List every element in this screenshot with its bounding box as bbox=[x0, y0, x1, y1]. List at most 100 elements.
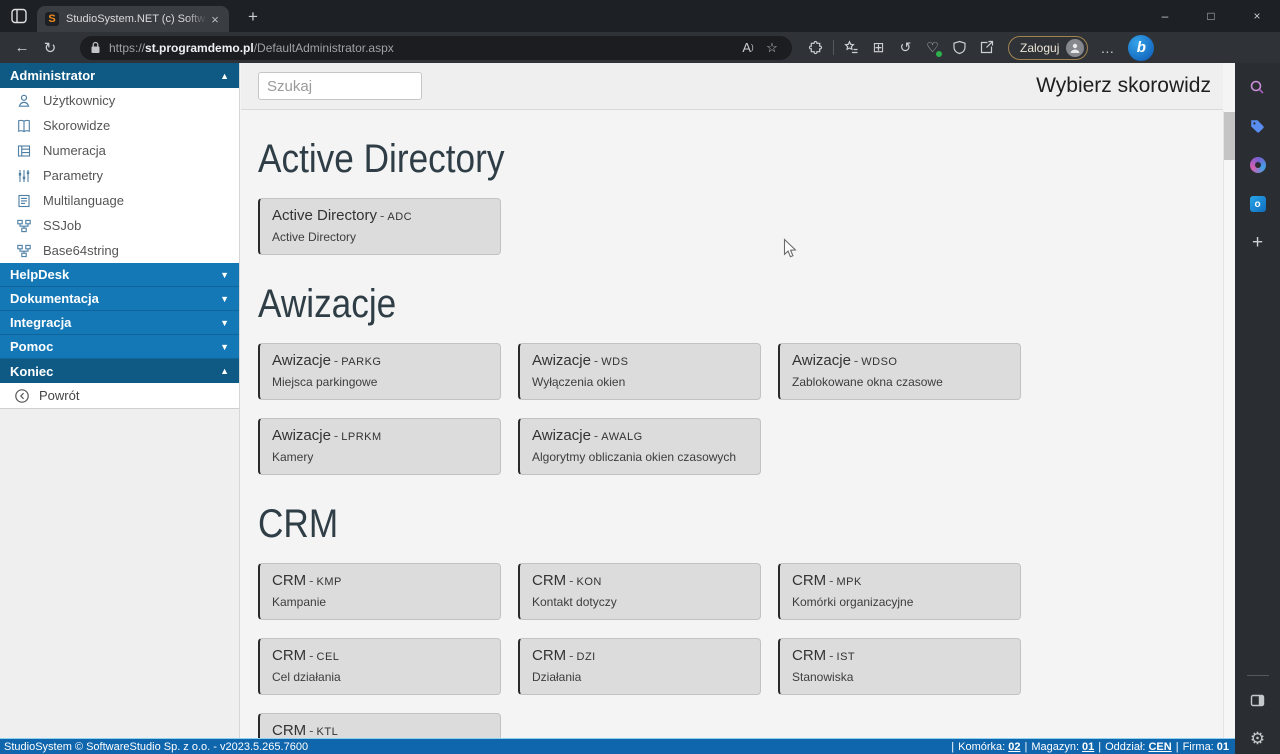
card-title: CRM bbox=[272, 647, 306, 664]
microsoft-365-icon[interactable] bbox=[1243, 150, 1273, 180]
card-code: PARKG bbox=[341, 356, 381, 368]
close-button[interactable]: × bbox=[1234, 0, 1280, 32]
skorowidz-card[interactable]: Awizacje-LPRKM Kamery bbox=[258, 418, 501, 475]
scrollbar-thumb[interactable] bbox=[1224, 112, 1235, 160]
page-title: Wybierz skorowidz bbox=[1036, 74, 1211, 98]
skorowidz-card[interactable]: CRM-KMP Kampanie bbox=[258, 563, 501, 620]
card-code: WDSO bbox=[861, 356, 897, 368]
history-icon[interactable]: ↺ bbox=[892, 36, 919, 60]
browser-essentials-icon[interactable]: ♡ bbox=[919, 36, 946, 60]
skorowidz-card[interactable]: Active Directory-ADC Active Directory bbox=[258, 198, 501, 255]
card-description: Kontakt dotyczy bbox=[532, 595, 748, 609]
card-title: Awizacje bbox=[792, 352, 851, 369]
skorowidz-card[interactable]: CRM-KON Kontakt dotyczy bbox=[518, 563, 761, 620]
address-bar[interactable]: https://st.programdemo.pl/DefaultAdminis… bbox=[80, 36, 792, 60]
sidebar-item-powrot[interactable]: Powrót bbox=[0, 383, 239, 409]
add-sidebar-item-icon[interactable]: + bbox=[1243, 228, 1273, 258]
read-aloud-icon[interactable]: A) bbox=[736, 37, 760, 59]
sidebar-item[interactable]: Multilanguage bbox=[0, 188, 239, 213]
sidebar-item[interactable]: Parametry bbox=[0, 163, 239, 188]
privacy-shield-icon[interactable] bbox=[946, 36, 973, 60]
numbering-icon bbox=[16, 143, 32, 159]
statusbar-item-label: Magazyn: bbox=[1031, 741, 1079, 753]
tab-close-icon[interactable]: × bbox=[207, 12, 223, 27]
search-input[interactable] bbox=[258, 72, 422, 100]
outlook-icon[interactable]: o bbox=[1243, 189, 1273, 219]
card-separator: - bbox=[334, 428, 338, 443]
skorowidz-card[interactable]: CRM-DZI Działania bbox=[518, 638, 761, 695]
card-title: CRM bbox=[272, 572, 306, 589]
skorowidz-card[interactable]: CRM-IST Stanowiska bbox=[778, 638, 1021, 695]
browser-tab[interactable]: S StudioSystem.NET (c) SoftwareStu × bbox=[37, 6, 229, 32]
card-description: Kamery bbox=[272, 450, 488, 464]
group-heading: Awizacje bbox=[258, 281, 1107, 327]
sidebar-item[interactable]: Użytkownicy bbox=[0, 88, 239, 113]
share-icon[interactable] bbox=[973, 36, 1000, 60]
sidebar-search-icon[interactable] bbox=[1243, 72, 1273, 102]
statusbar-context: | Komórka: 02 | Magazyn: 01 | Oddział: C… bbox=[947, 741, 1229, 753]
admin-menu-items: Użytkownicy Skorowidze Numeracja Paramet… bbox=[0, 88, 239, 263]
card-grid: CRM-KMP Kampanie CRM-KON Kontakt dotyczy… bbox=[258, 563, 1223, 738]
statusbar-version-text: StudioSystem © SoftwareStudio Sp. z o.o.… bbox=[4, 741, 308, 753]
sidebar-toggle-icon[interactable] bbox=[1243, 685, 1273, 715]
sidebar-item[interactable]: Base64string bbox=[0, 238, 239, 263]
bing-icon[interactable]: b bbox=[1128, 35, 1154, 61]
section-label: Dokumentacja bbox=[10, 291, 99, 306]
chevron-down-icon: ▼ bbox=[220, 270, 229, 280]
minimize-button[interactable]: – bbox=[1142, 0, 1188, 32]
workspaces-icon[interactable] bbox=[9, 6, 29, 26]
card-title: CRM bbox=[532, 572, 566, 589]
refresh-button[interactable]: ↻ bbox=[36, 35, 64, 61]
favorites-bar-icon[interactable] bbox=[838, 36, 865, 60]
toolbar-divider bbox=[833, 40, 834, 55]
skorowidz-card[interactable]: Awizacje-WDSO Zablokowane okna czasowe bbox=[778, 343, 1021, 400]
login-button[interactable]: Zaloguj bbox=[1008, 36, 1088, 60]
section-label: Pomoc bbox=[10, 339, 53, 354]
statusbar-item-value[interactable]: 02 bbox=[1008, 741, 1020, 753]
card-separator: - bbox=[594, 353, 598, 368]
skorowidz-card[interactable]: Awizacje-AWALG Algorytmy obliczania okie… bbox=[518, 418, 761, 475]
settings-more-icon[interactable]: … bbox=[1094, 40, 1120, 56]
user-icon bbox=[16, 93, 32, 109]
card-description: Komórki organizacyjne bbox=[792, 595, 1008, 609]
site-favicon: S bbox=[45, 12, 59, 26]
maximize-button[interactable]: □ bbox=[1188, 0, 1234, 32]
card-separator: - bbox=[854, 353, 858, 368]
sidebar-sections: HelpDesk ▼ Dokumentacja ▼ Integracja ▼ P… bbox=[0, 263, 239, 359]
sidebar-item-label: Numeracja bbox=[43, 143, 106, 158]
shopping-icon[interactable] bbox=[1243, 111, 1273, 141]
skorowidz-card[interactable]: Awizacje-WDS Wyłączenia okien bbox=[518, 343, 761, 400]
skorowidz-card[interactable]: CRM-KTL bbox=[258, 713, 501, 738]
gear-icon[interactable]: ⚙ bbox=[1243, 724, 1273, 754]
sidebar-section-dokumentacja[interactable]: Dokumentacja ▼ bbox=[0, 287, 239, 311]
sidebar-section-koniec[interactable]: Koniec ▲ bbox=[0, 359, 239, 383]
sidebar-section-pomoc[interactable]: Pomoc ▼ bbox=[0, 335, 239, 359]
skorowidz-card[interactable]: Awizacje-PARKG Miejsca parkingowe bbox=[258, 343, 501, 400]
extensions-icon[interactable] bbox=[802, 36, 829, 60]
skorowidz-card[interactable]: CRM-CEL Cel działania bbox=[258, 638, 501, 695]
sidebar-item-label: Base64string bbox=[43, 243, 119, 258]
toolbar-icons: ⊞ ↺ ♡ bbox=[802, 36, 1000, 60]
sidebar-item[interactable]: Numeracja bbox=[0, 138, 239, 163]
card-code: ADC bbox=[387, 211, 412, 223]
sidebar-section-administrator[interactable]: Administrator ▲ bbox=[0, 63, 239, 88]
back-button[interactable]: ← bbox=[8, 35, 36, 61]
sidebar-item[interactable]: SSJob bbox=[0, 213, 239, 238]
card-code: AWALG bbox=[601, 431, 642, 443]
sidebar-item[interactable]: Skorowidze bbox=[0, 113, 239, 138]
statusbar-item-value[interactable]: 01 bbox=[1082, 741, 1094, 753]
sidebar-section-helpdesk[interactable]: HelpDesk ▼ bbox=[0, 263, 239, 287]
statusbar-item-value[interactable]: CEN bbox=[1148, 741, 1171, 753]
edge-sidebar: o + ⚙ bbox=[1235, 63, 1280, 754]
url-text: https://st.programdemo.pl/DefaultAdminis… bbox=[109, 41, 736, 55]
new-tab-button[interactable]: + bbox=[241, 7, 265, 27]
collections-icon[interactable]: ⊞ bbox=[865, 36, 892, 60]
favorite-star-icon[interactable]: ☆ bbox=[760, 37, 784, 59]
sidebar-section-integracja[interactable]: Integracja ▼ bbox=[0, 311, 239, 335]
vertical-scrollbar[interactable] bbox=[1223, 111, 1235, 738]
statusbar-item-value[interactable]: 01 bbox=[1217, 741, 1229, 753]
skorowidz-card[interactable]: CRM-MPK Komórki organizacyjne bbox=[778, 563, 1021, 620]
card-description: Wyłączenia okien bbox=[532, 375, 748, 389]
rail-divider bbox=[1247, 675, 1269, 676]
window-controls: – □ × bbox=[1142, 0, 1280, 32]
